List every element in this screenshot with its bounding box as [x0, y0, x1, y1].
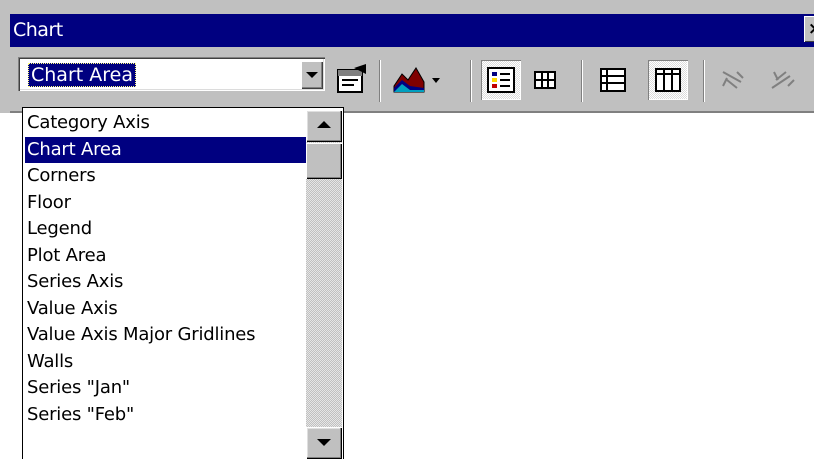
by-row-icon	[600, 68, 626, 92]
window-title: Chart	[13, 19, 63, 41]
data-table-button[interactable]	[525, 60, 565, 100]
chart-objects-combo[interactable]: Chart Area	[18, 57, 325, 91]
dropdown-item[interactable]: Value Axis Major Gridlines	[25, 322, 307, 349]
legend-button[interactable]	[481, 60, 521, 100]
scroll-thumb[interactable]	[306, 143, 342, 179]
format-chart-area-button[interactable]	[332, 60, 372, 100]
toolbar-separator	[470, 60, 472, 102]
dropdown-item[interactable]: Floor	[25, 190, 307, 217]
toolbar-separator	[379, 60, 381, 102]
data-table-icon	[534, 71, 556, 89]
dropdown-item[interactable]: Series Axis	[25, 269, 307, 296]
toolbar-separator	[703, 60, 705, 102]
chart-type-button[interactable]	[388, 60, 448, 100]
legend-icon	[487, 67, 515, 93]
angle-text-downward-button[interactable]	[713, 60, 753, 100]
chevron-down-icon	[306, 72, 318, 78]
toolbar-separator	[581, 60, 583, 102]
scroll-up-button[interactable]	[306, 110, 342, 142]
chart-objects-dropdown-list[interactable]: Category Axis Chart Area Corners Floor Legen…	[22, 107, 344, 459]
arrow-up-icon	[317, 121, 331, 128]
dropdown-item[interactable]: Legend	[25, 216, 307, 243]
dropdown-item[interactable]: Chart Area	[25, 136, 307, 163]
dropdown-item[interactable]: Series "Feb"	[25, 402, 307, 429]
title-bar[interactable]: Chart ×	[10, 14, 814, 47]
format-chart-area-icon	[337, 64, 366, 93]
angle-text-downward-icon	[722, 71, 744, 89]
vertical-scrollbar[interactable]	[306, 110, 342, 459]
dropdown-item[interactable]: Value Axis	[25, 296, 307, 323]
dropdown-item[interactable]: Corners	[25, 163, 307, 190]
close-button[interactable]: ×	[804, 16, 814, 42]
arrow-down-icon	[317, 439, 331, 446]
chart-objects-value: Chart Area	[28, 63, 136, 87]
dropdown-item[interactable]: Series "Jan"	[25, 375, 307, 402]
dropdown-item[interactable]: Category Axis	[25, 110, 307, 137]
dropdown-item[interactable]: Plot Area	[25, 243, 307, 270]
by-column-icon	[655, 68, 681, 92]
dropdown-item[interactable]: Walls	[25, 349, 307, 376]
dropdown-items: Category Axis Chart Area Corners Floor Legen…	[25, 110, 307, 428]
chart-objects-dropdown-button[interactable]	[301, 61, 323, 89]
angle-text-upward-button[interactable]	[762, 60, 802, 100]
chart-type-icon	[393, 67, 440, 93]
scroll-down-button[interactable]	[306, 427, 342, 459]
by-row-button[interactable]	[593, 60, 633, 100]
angle-text-upward-icon	[771, 71, 795, 89]
by-column-button[interactable]	[648, 60, 688, 100]
